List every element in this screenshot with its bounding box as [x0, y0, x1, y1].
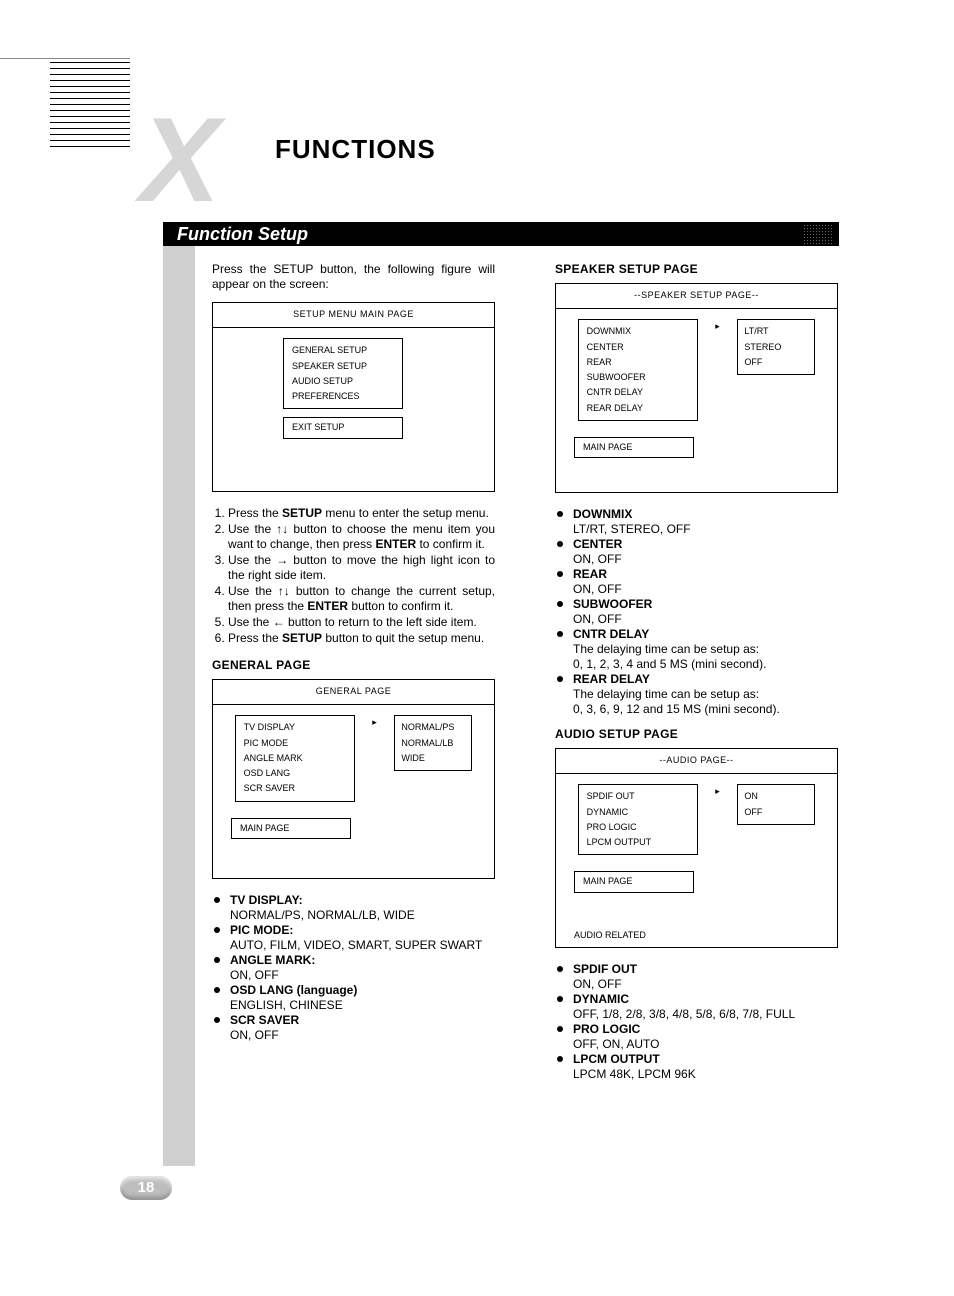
general-main-page: MAIN PAGE — [231, 818, 351, 839]
setup-menu-exit: EXIT SETUP — [283, 417, 403, 438]
audio-right-items: ON OFF — [737, 784, 815, 825]
bullet-item: SUBWOOFERON, OFF — [555, 597, 838, 627]
menu-item: OFF — [744, 355, 808, 370]
page-number-badge: 18 — [120, 1176, 172, 1200]
speaker-bullets: DOWNMIXLT/RT, STEREO, OFF CENTERON, OFF … — [555, 507, 838, 717]
top-rule — [0, 58, 130, 59]
menu-item: LT/RT — [744, 324, 808, 339]
audio-left-items: SPDIF OUT DYNAMIC PRO LOGIC LPCM OUTPUT — [578, 784, 698, 855]
menu-item: SPDIF OUT — [587, 789, 689, 804]
arrow-right-icon: ▸ — [715, 784, 720, 797]
speaker-right-items: LT/RT STEREO OFF — [737, 319, 815, 375]
menu-item: DOWNMIX — [587, 324, 689, 339]
step: Press the SETUP menu to enter the setup … — [228, 506, 495, 521]
step: Use the → button to move the high light … — [228, 553, 495, 583]
audio-main-page: MAIN PAGE — [574, 871, 694, 892]
menu-item: LPCM OUTPUT — [587, 835, 689, 850]
menu-item: OFF — [744, 805, 808, 820]
menu-item: TV DISPLAY — [244, 720, 346, 735]
audio-footer: AUDIO RELATED — [556, 924, 646, 941]
step: Use the ↑↓ button to choose the menu ite… — [228, 522, 495, 552]
general-left-items: TV DISPLAY PIC MODE ANGLE MARK OSD LANG … — [235, 715, 355, 801]
chapter-title: FUNCTIONS — [275, 134, 436, 165]
general-right-items: NORMAL/PS NORMAL/LB WIDE — [394, 715, 472, 771]
menu-item: OSD LANG — [244, 766, 346, 781]
setup-menu-box: SETUP MENU MAIN PAGE GENERAL SETUP SPEAK… — [212, 302, 495, 492]
bullet-item: CNTR DELAYThe delaying time can be setup… — [555, 627, 838, 672]
menu-item: NORMAL/PS — [401, 720, 465, 735]
general-bullets: TV DISPLAY:NORMAL/PS, NORMAL/LB, WIDE PI… — [212, 893, 495, 1043]
bullet-item: OSD LANG (language)ENGLISH, CHINESE — [212, 983, 495, 1013]
step: Use the ↑↓ button to change the current … — [228, 584, 495, 614]
bullet-item: TV DISPLAY:NORMAL/PS, NORMAL/LB, WIDE — [212, 893, 495, 923]
menu-item: DYNAMIC — [587, 805, 689, 820]
menu-item: AUDIO SETUP — [292, 374, 394, 389]
menu-item: SCR SAVER — [244, 781, 346, 796]
bullet-item: DOWNMIXLT/RT, STEREO, OFF — [555, 507, 838, 537]
step: Use the ← button to return to the left s… — [228, 615, 495, 630]
menu-item: CNTR DELAY — [587, 385, 689, 400]
speaker-page-box-title: --SPEAKER SETUP PAGE-- — [556, 284, 837, 309]
arrow-right-icon: ▸ — [372, 715, 377, 728]
left-column: Press the SETUP button, the following fi… — [212, 262, 495, 1092]
general-page-box-title: GENERAL PAGE — [213, 680, 494, 705]
section-title: Function Setup — [177, 224, 308, 244]
bullet-item: PIC MODE:AUTO, FILM, VIDEO, SMART, SUPER… — [212, 923, 495, 953]
menu-item: GENERAL SETUP — [292, 343, 394, 358]
bullet-item: CENTERON, OFF — [555, 537, 838, 567]
section-bar: Function Setup — [163, 222, 839, 246]
step: Press the SETUP button to quit the setup… — [228, 631, 495, 646]
bullet-item: SPDIF OUTON, OFF — [555, 962, 838, 992]
menu-item: STEREO — [744, 340, 808, 355]
big-x-graphic: X — [140, 100, 214, 220]
bullet-item: PRO LOGICOFF, ON, AUTO — [555, 1022, 838, 1052]
arrow-right-icon: ▸ — [715, 319, 720, 332]
menu-item: SPEAKER SETUP — [292, 359, 394, 374]
bullet-item: LPCM OUTPUTLPCM 48K, LPCM 96K — [555, 1052, 838, 1082]
menu-item: ANGLE MARK — [244, 751, 346, 766]
audio-page-box: --AUDIO PAGE-- SPDIF OUT DYNAMIC PRO LOG… — [555, 748, 838, 948]
menu-item: PRO LOGIC — [587, 820, 689, 835]
speaker-page-box: --SPEAKER SETUP PAGE-- DOWNMIX CENTER RE… — [555, 283, 838, 493]
decorative-lines — [50, 62, 130, 152]
bullet-item: REARON, OFF — [555, 567, 838, 597]
menu-item: REAR — [587, 355, 689, 370]
setup-menu-items: GENERAL SETUP SPEAKER SETUP AUDIO SETUP … — [283, 338, 403, 409]
bullet-item: REAR DELAYThe delaying time can be setup… — [555, 672, 838, 717]
general-page-box: GENERAL PAGE TV DISPLAY PIC MODE ANGLE M… — [212, 679, 495, 879]
content-area: Press the SETUP button, the following fi… — [212, 262, 838, 1092]
speaker-left-items: DOWNMIX CENTER REAR SUBWOOFER CNTR DELAY… — [578, 319, 698, 421]
section-bar-dots — [803, 224, 833, 244]
menu-item: WIDE — [401, 751, 465, 766]
audio-page-heading: AUDIO SETUP PAGE — [555, 727, 838, 742]
bullet-item: DYNAMICOFF, 1/8, 2/8, 3/8, 4/8, 5/8, 6/8… — [555, 992, 838, 1022]
setup-menu-title: SETUP MENU MAIN PAGE — [213, 303, 494, 328]
right-column: SPEAKER SETUP PAGE --SPEAKER SETUP PAGE-… — [555, 262, 838, 1092]
speaker-main-page: MAIN PAGE — [574, 437, 694, 458]
menu-item: NORMAL/LB — [401, 736, 465, 751]
menu-item: REAR DELAY — [587, 401, 689, 416]
menu-item: CENTER — [587, 340, 689, 355]
menu-item: SUBWOOFER — [587, 370, 689, 385]
gray-side-strip — [163, 246, 195, 1166]
bullet-item: SCR SAVERON, OFF — [212, 1013, 495, 1043]
audio-bullets: SPDIF OUTON, OFF DYNAMICOFF, 1/8, 2/8, 3… — [555, 962, 838, 1082]
bullet-item: ANGLE MARK:ON, OFF — [212, 953, 495, 983]
audio-page-box-title: --AUDIO PAGE-- — [556, 749, 837, 774]
general-page-heading: GENERAL PAGE — [212, 658, 495, 673]
menu-item: PREFERENCES — [292, 389, 394, 404]
speaker-page-heading: SPEAKER SETUP PAGE — [555, 262, 838, 277]
steps-list: Press the SETUP menu to enter the setup … — [212, 506, 495, 646]
menu-item: PIC MODE — [244, 736, 346, 751]
intro-text: Press the SETUP button, the following fi… — [212, 262, 495, 292]
menu-item: ON — [744, 789, 808, 804]
